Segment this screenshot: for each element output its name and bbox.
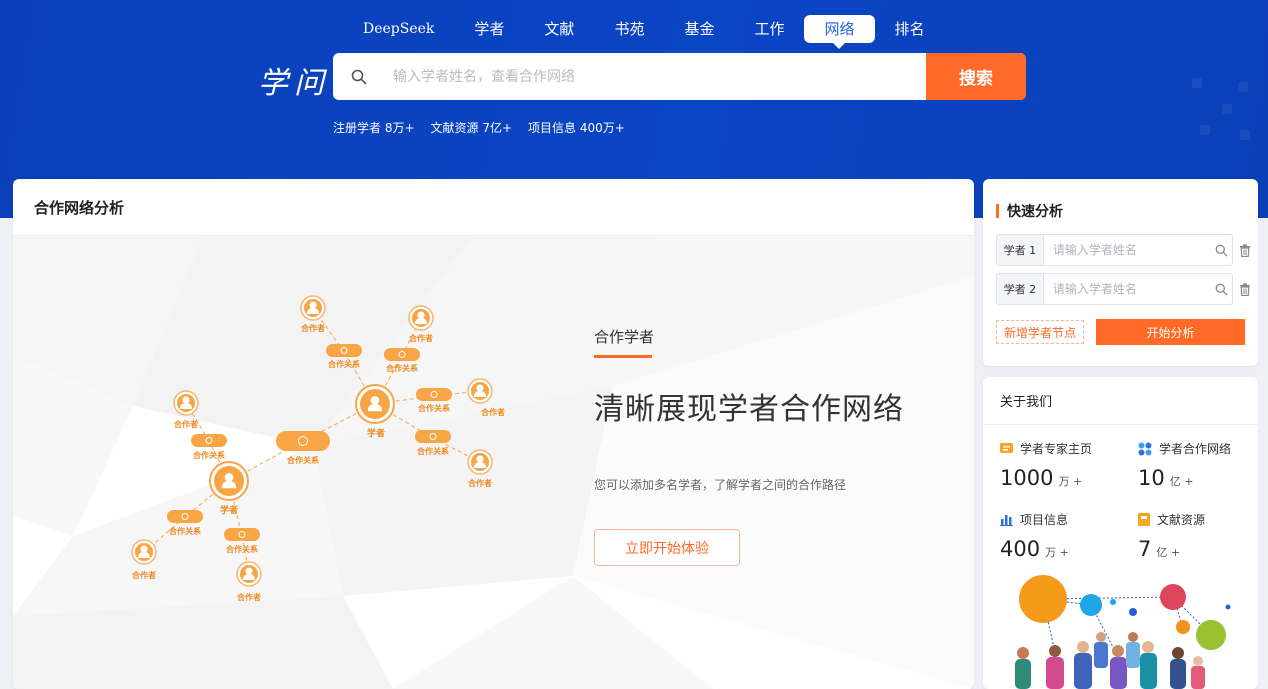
scholar-2-input[interactable] [1043, 282, 1212, 296]
graph-label: 合作者 [408, 333, 433, 343]
about-us-title: 关于我们 [983, 377, 1258, 425]
homepage-icon [1000, 442, 1013, 455]
feature-description: 您可以添加多名学者，了解学者之间的合作路径 [594, 478, 847, 492]
scholar-row-1: 学者 1 [996, 234, 1250, 266]
stat-unit: 亿 + [1156, 546, 1181, 559]
nav-item-scholar[interactable]: 学者 [454, 15, 524, 43]
stat-unit: 亿 + [1169, 475, 1194, 488]
network-analysis-card: 合作网络分析 合作者 合作者 合作者 合作者 合作者 合作者 合作者 学者 学者… [13, 179, 974, 689]
trash-icon[interactable] [1239, 281, 1251, 300]
search-icon[interactable] [1212, 244, 1232, 257]
graph-label: 合作者 [131, 570, 156, 580]
scholar-1-input[interactable] [1043, 243, 1212, 257]
stat-label: 文献资源 [1157, 513, 1206, 527]
site-logo[interactable]: 学问 [258, 58, 330, 102]
graph-label: 合作者 [480, 407, 505, 417]
network-icon [1138, 442, 1152, 456]
stat-value: 7 [1138, 537, 1152, 561]
nav-item-books[interactable]: 书苑 [594, 15, 664, 43]
stat-scholar-homepages: 学者专家主页 1000 万 + [1000, 440, 1092, 490]
scholar-1-label: 学者 1 [997, 235, 1044, 265]
scholar-2-label: 学者 2 [997, 274, 1044, 304]
try-now-button[interactable]: 立即开始体验 [594, 529, 740, 566]
feature-tag: 合作学者 [594, 328, 655, 346]
search-icon[interactable] [1212, 283, 1232, 296]
chart-icon [1000, 513, 1013, 526]
top-nav: DeepSeek 学者 文献 书苑 基金 工作 网络 排名 [343, 14, 945, 49]
graph-label: 学者 [220, 504, 238, 516]
network-intro-panel: 合作者 合作者 合作者 合作者 合作者 合作者 合作者 学者 学者 合作关系 合… [13, 236, 974, 689]
graph-label: 合作关系 [327, 359, 360, 369]
graph-label: 合作者 [300, 323, 325, 333]
graph-label: 合作关系 [416, 446, 449, 456]
stat-label: 学者合作网络 [1159, 442, 1232, 456]
scholar-node [355, 384, 395, 424]
feature-intro: 合作学者 清晰展现学者合作网络 您可以添加多名学者，了解学者之间的合作路径 立即… [594, 326, 904, 566]
scholar-row-2: 学者 2 [996, 273, 1250, 305]
feature-heading: 清晰展现学者合作网络 [594, 392, 904, 427]
nav-item-literature[interactable]: 文献 [524, 15, 594, 43]
site-stats: 注册学者 8万+ 文献资源 7亿+ 项目信息 400万+ [333, 119, 641, 136]
graph-label: 合作关系 [225, 544, 258, 554]
graph-label: 合作关系 [385, 363, 418, 373]
graph-label: 合作关系 [192, 450, 225, 460]
stat-literature: 文献资源 7 亿 + [1138, 511, 1205, 561]
graph-label: 合作者 [173, 419, 198, 429]
title-accent-bar [996, 204, 999, 218]
graph-label: 合作关系 [417, 403, 450, 413]
stat-projects: 项目信息 400 万 + [1000, 511, 1069, 561]
add-scholar-node-button[interactable]: 新增学者节点 [996, 320, 1084, 344]
quick-analysis-card: 快速分析 学者 1 学者 2 新增学者节点 开始分析 [983, 179, 1258, 366]
nav-item-ranking[interactable]: 排名 [875, 15, 945, 43]
stat-registered-scholars: 注册学者 8万+ [333, 121, 415, 135]
graph-label: 学者 [367, 427, 385, 439]
stat-label: 项目信息 [1020, 513, 1069, 527]
card-title: 合作网络分析 [13, 179, 974, 236]
people-network-illustration [1015, 575, 1231, 689]
stat-value: 1000 [1000, 466, 1054, 490]
quick-analysis-title-text: 快速分析 [1007, 204, 1063, 220]
collaboration-network-graph: 合作者 合作者 合作者 合作者 合作者 合作者 合作者 学者 学者 合作关系 合… [131, 295, 505, 602]
graph-label: 合作关系 [286, 455, 319, 465]
stat-unit: 万 + [1045, 546, 1069, 559]
about-us-card: 关于我们 学者专家主页 1000 万 + 学者合作网络 10 亿 + 项目信息 … [983, 377, 1258, 689]
stat-literature: 文献资源 7亿+ [430, 121, 513, 135]
trash-icon[interactable] [1239, 242, 1251, 261]
stat-value: 10 [1138, 466, 1165, 490]
stat-label: 学者专家主页 [1020, 442, 1093, 456]
scholar-node [209, 461, 249, 501]
relation-pills [167, 344, 452, 541]
nav-item-deepseek[interactable]: DeepSeek [343, 15, 454, 43]
stat-value: 400 [1000, 537, 1041, 561]
document-icon [1138, 513, 1150, 526]
nav-item-network[interactable]: 网络 [804, 15, 875, 49]
nav-item-jobs[interactable]: 工作 [734, 15, 804, 43]
start-analysis-button[interactable]: 开始分析 [1096, 319, 1245, 345]
graph-label: 合作关系 [168, 526, 201, 536]
search-button[interactable]: 搜索 [926, 53, 1026, 100]
quick-analysis-title: 快速分析 [996, 201, 1063, 221]
search-bar: 搜索 [333, 53, 1026, 100]
graph-label: 合作者 [467, 478, 492, 488]
nav-item-fund[interactable]: 基金 [664, 15, 734, 43]
search-input[interactable] [385, 53, 926, 100]
stat-projects: 项目信息 400万+ [528, 121, 625, 135]
graph-label: 合作者 [236, 592, 261, 602]
search-icon [333, 53, 385, 100]
stat-unit: 万 + [1058, 475, 1083, 488]
tag-underline [594, 355, 652, 358]
stat-collab-network: 学者合作网络 10 亿 + [1138, 440, 1231, 490]
